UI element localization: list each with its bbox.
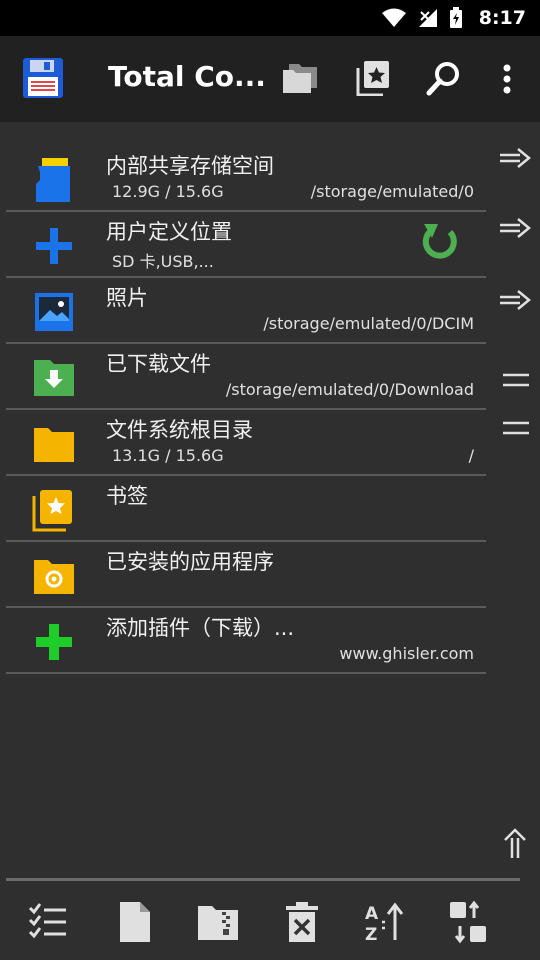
arrow-right-icon[interactable] — [498, 288, 532, 312]
bookmarks-icon — [32, 490, 72, 532]
bookmark-star-icon[interactable] — [356, 60, 390, 96]
arrow-right-icon[interactable] — [498, 216, 532, 240]
item-path: /storage/emulated/0 — [310, 182, 474, 201]
bottom-divider — [6, 878, 520, 881]
list-item-internal-storage[interactable]: 内部共享存储空间 12.9G / 15.6G /storage/emulated… — [6, 146, 486, 212]
item-sub: SD 卡,USB,... — [112, 252, 214, 271]
equals-icon[interactable] — [502, 370, 530, 390]
list-item-downloads[interactable]: 已下载文件 /storage/emulated/0/Download — [6, 344, 486, 410]
list-item-bookmarks[interactable]: 书签 — [6, 476, 486, 542]
app-title: Total Co... — [108, 60, 266, 93]
select-list-icon[interactable] — [26, 900, 70, 944]
status-bar: 8:17 — [0, 0, 540, 36]
photo-icon — [35, 293, 73, 331]
refresh-icon[interactable] — [420, 222, 460, 262]
save-disk-icon[interactable] — [22, 57, 64, 99]
folders-icon[interactable] — [281, 62, 319, 94]
svg-text:Z: Z — [365, 925, 377, 944]
signal-icon — [418, 9, 437, 27]
item-name: 书签 — [106, 484, 148, 508]
item-name: 已安装的应用程序 — [106, 550, 274, 574]
app-folder-icon — [34, 560, 74, 594]
arrow-right-icon[interactable] — [498, 146, 532, 170]
zip-folder-icon[interactable] — [196, 900, 240, 944]
svg-text:A: A — [365, 904, 379, 924]
plugin-plus-icon — [36, 624, 72, 660]
list-item-root[interactable]: 文件系统根目录 13.1G / 15.6G / — [6, 410, 486, 476]
sort-az-icon[interactable]: A Z — [362, 900, 406, 944]
battery-icon — [449, 7, 462, 28]
folder-icon — [34, 428, 74, 462]
swap-panels-icon[interactable] — [446, 900, 490, 944]
item-name: 用户定义位置 — [106, 220, 232, 244]
item-size: 12.9G / 15.6G — [112, 182, 224, 201]
location-list: 内部共享存储空间 12.9G / 15.6G /storage/emulated… — [0, 146, 486, 674]
item-name: 照片 — [106, 286, 148, 310]
item-name: 已下载文件 — [106, 352, 211, 376]
arrow-up-icon[interactable] — [502, 828, 528, 860]
item-name: 文件系统根目录 — [106, 418, 253, 442]
list-item-user-locations[interactable]: 用户定义位置 SD 卡,USB,... — [6, 212, 486, 278]
sd-card-icon — [36, 158, 70, 202]
list-item-installed-apps[interactable]: 已安装的应用程序 — [6, 542, 486, 608]
app-toolbar: Total Co... — [0, 36, 540, 122]
plus-icon — [36, 228, 72, 264]
list-item-add-plugins[interactable]: 添加插件（下载）... www.ghisler.com — [6, 608, 486, 674]
download-folder-icon — [34, 360, 74, 396]
bottom-toolbar: A Z — [0, 882, 540, 960]
item-name: 内部共享存储空间 — [106, 154, 274, 178]
item-url: www.ghisler.com — [339, 644, 474, 663]
status-time: 8:17 — [478, 7, 526, 29]
wifi-icon — [381, 8, 406, 27]
item-path: / — [468, 446, 474, 465]
item-size: 13.1G / 15.6G — [112, 446, 224, 465]
list-item-photos[interactable]: 照片 /storage/emulated/0/DCIM — [6, 278, 486, 344]
item-path: /storage/emulated/0/Download — [225, 380, 474, 399]
search-icon[interactable] — [426, 60, 462, 96]
item-name: 添加插件（下载）... — [106, 616, 295, 640]
delete-icon[interactable] — [280, 900, 324, 944]
new-file-icon[interactable] — [112, 900, 156, 944]
more-vert-icon[interactable] — [502, 64, 512, 94]
item-path: /storage/emulated/0/DCIM — [263, 314, 474, 333]
equals-icon[interactable] — [502, 418, 530, 438]
